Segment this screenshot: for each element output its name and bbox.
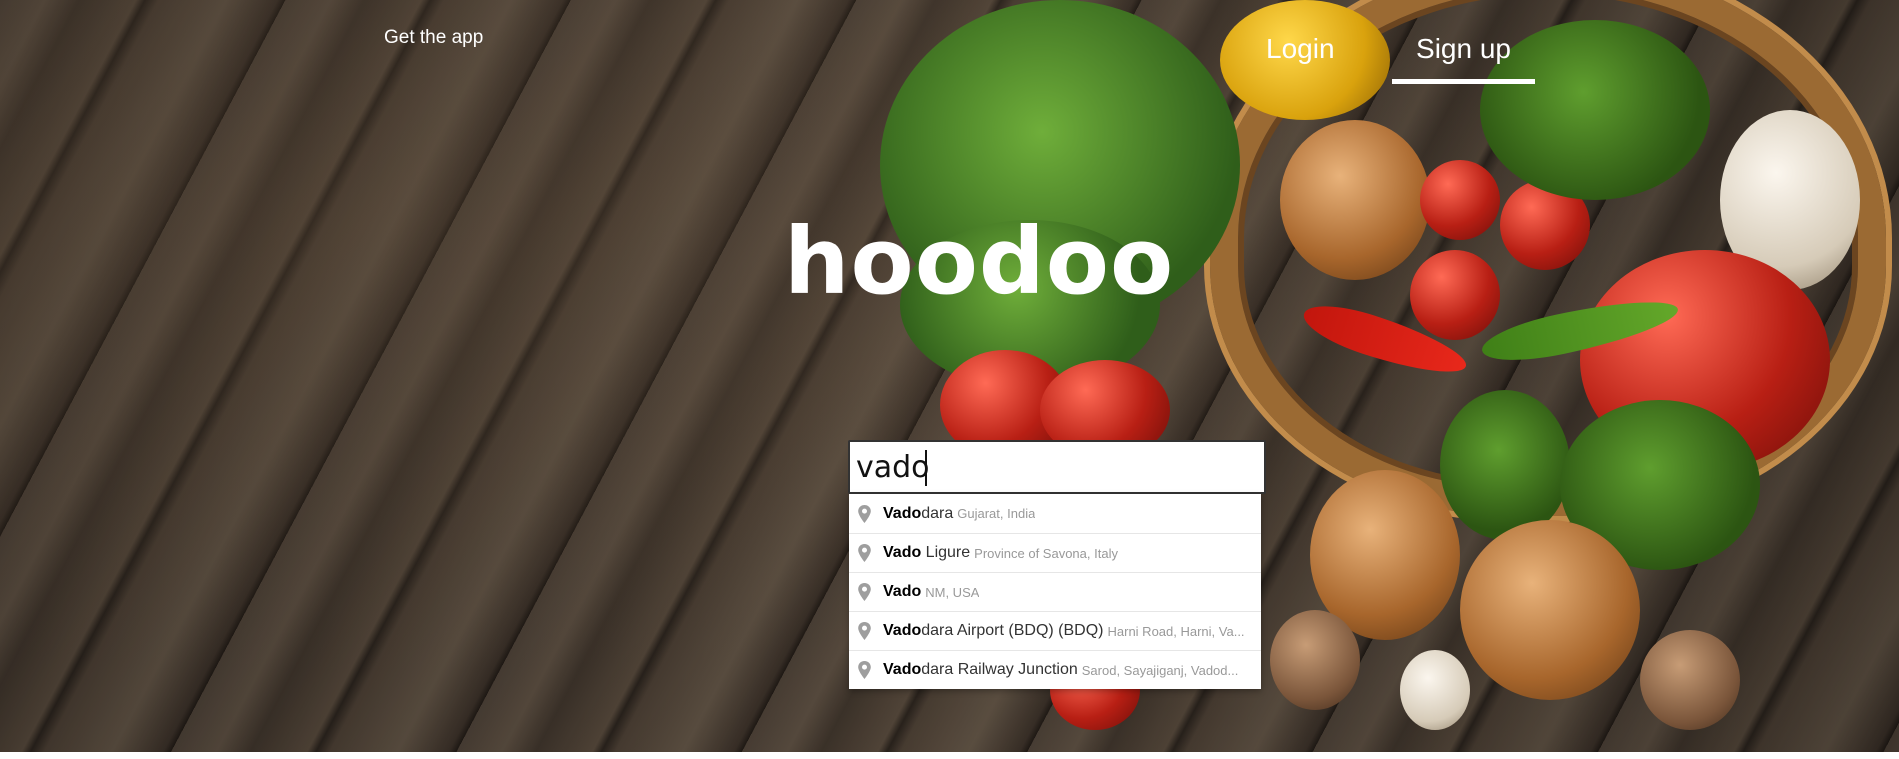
cucumber-image [1440, 390, 1570, 540]
suggestion-item[interactable]: Vado Ligure Province of Savona, Italy [849, 533, 1261, 572]
get-the-app-link[interactable]: Get the app [384, 27, 483, 49]
signup-link[interactable]: Sign up [1392, 33, 1535, 65]
suggestion-secondary-text: Sarod, Sayajiganj, Vadod... [1081, 662, 1239, 678]
tomato-image [1410, 250, 1500, 340]
suggestion-match: Vado [883, 583, 922, 600]
text-caret [925, 450, 927, 486]
onion-image [1280, 120, 1430, 280]
garlic-image [1400, 650, 1470, 730]
suggestion-primary-text: Vadodara [883, 505, 953, 523]
suggestion-item[interactable]: Vado NM, USA [849, 572, 1261, 611]
signup-active-underline [1392, 79, 1535, 84]
autocomplete-dropdown: Vadodara Gujarat, India Vado Ligure Prov… [849, 494, 1261, 689]
onion-image [1460, 520, 1640, 700]
suggestion-rest: Ligure [921, 544, 971, 561]
suggestion-rest: dara Railway Junction [921, 661, 1078, 678]
tomato-image [1420, 160, 1500, 240]
suggestion-rest: dara [921, 504, 954, 522]
suggestion-secondary-text: Province of Savona, Italy [974, 545, 1118, 561]
suggestion-secondary-text: Gujarat, India [957, 506, 1036, 521]
suggestion-item[interactable]: Vadodara Gujarat, India [849, 494, 1261, 533]
suggestion-item[interactable]: Vadodara Railway Junction Sarod, Sayajig… [849, 650, 1261, 689]
login-link[interactable]: Login [1266, 33, 1335, 65]
suggestion-secondary-text: Harni Road, Harni, Va... [1107, 623, 1245, 639]
mushroom-image [1640, 630, 1740, 730]
suggestion-primary-text: Vado Ligure [883, 544, 970, 562]
suggestion-primary-text: Vado [883, 583, 921, 601]
suggestion-match: Vado [883, 622, 922, 639]
map-pin-icon [858, 504, 871, 523]
suggestion-item[interactable]: Vadodara Airport (BDQ) (BDQ) Harni Road,… [849, 611, 1261, 650]
map-pin-icon [858, 661, 871, 679]
suggestion-match: Vado [883, 504, 922, 522]
suggestion-rest: dara Airport (BDQ) (BDQ) [921, 622, 1104, 639]
map-pin-icon [858, 544, 871, 562]
suggestion-match: Vado [883, 544, 922, 561]
suggestion-secondary-text: NM, USA [925, 584, 980, 600]
map-pin-icon [858, 622, 871, 640]
suggestion-primary-text: Vadodara Railway Junction [883, 661, 1078, 679]
map-pin-icon [858, 583, 871, 601]
suggestion-match: Vado [883, 661, 922, 678]
mushroom-image [1270, 610, 1360, 710]
location-search-box[interactable]: vado [848, 440, 1266, 494]
suggestion-primary-text: Vadodara Airport (BDQ) (BDQ) [883, 622, 1104, 640]
brand-logo: hoodoo [784, 208, 1175, 315]
location-search-input[interactable]: vado [856, 450, 1264, 485]
